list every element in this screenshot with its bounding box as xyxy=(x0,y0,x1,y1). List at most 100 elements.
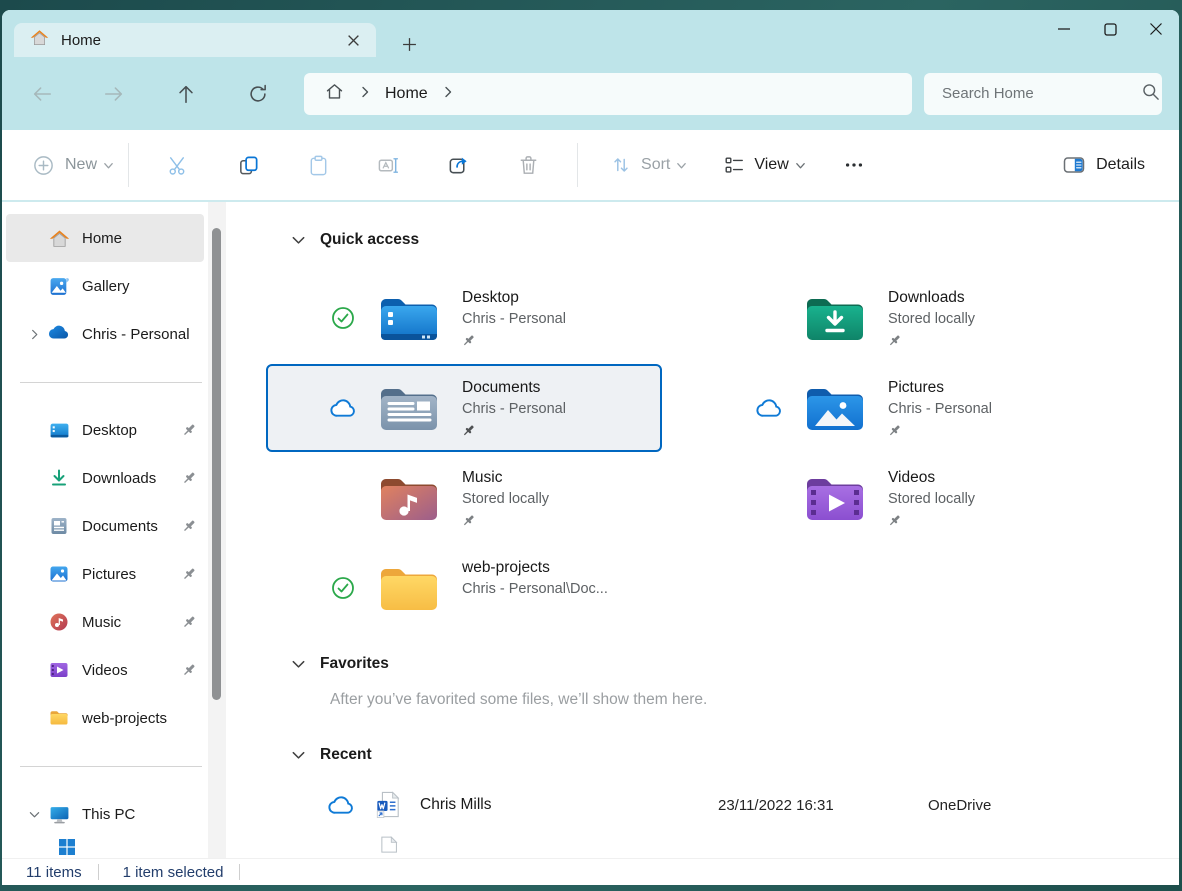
section-title: Quick access xyxy=(320,231,419,249)
sync-status-cloud-icon xyxy=(323,398,363,418)
recent-file-date: 23/11/2022 16:31 xyxy=(718,797,928,814)
refresh-icon[interactable] xyxy=(238,74,278,114)
details-button[interactable]: Details xyxy=(1054,143,1153,187)
tile-name: Desktop xyxy=(462,287,566,309)
tile-subtitle: Stored locally xyxy=(888,489,975,510)
back-icon[interactable] xyxy=(22,74,62,114)
chevron-down-icon xyxy=(103,160,114,171)
quick-access-grid: Desktop Chris - Personal xyxy=(266,274,1179,634)
tile-subtitle: Chris - Personal xyxy=(462,309,566,330)
forward-icon[interactable] xyxy=(94,74,134,114)
sidebar-divider xyxy=(2,742,208,790)
home-icon xyxy=(30,28,49,52)
tile-documents[interactable]: Documents Chris - Personal xyxy=(266,364,662,452)
tab-home[interactable]: Home xyxy=(14,23,376,57)
pin-icon xyxy=(176,471,202,486)
music-folder-icon xyxy=(377,471,441,525)
pin-icon xyxy=(176,567,202,582)
details-label: Details xyxy=(1096,156,1145,174)
up-icon[interactable] xyxy=(166,74,206,114)
sidebar-item-this-pc[interactable]: This PC xyxy=(6,790,204,838)
tile-desktop[interactable]: Desktop Chris - Personal xyxy=(266,274,662,362)
breadcrumb[interactable]: Home xyxy=(304,73,912,115)
cut-icon[interactable] xyxy=(156,143,200,187)
breadcrumb-item-home[interactable]: Home xyxy=(385,85,428,103)
sidebar-scrollbar[interactable] xyxy=(208,202,226,858)
tile-name: Documents xyxy=(462,377,566,399)
tile-subtitle: Chris - Personal xyxy=(888,399,992,420)
scrollbar-thumb[interactable] xyxy=(212,228,221,700)
new-button[interactable]: New xyxy=(32,154,114,177)
view-button[interactable]: View xyxy=(717,143,811,187)
chevron-down-icon[interactable] xyxy=(286,747,310,764)
sidebar-item-documents[interactable]: Documents xyxy=(6,502,204,550)
window-controls xyxy=(1041,10,1179,48)
recent-file-row-partial[interactable] xyxy=(266,835,1179,853)
maximize-button[interactable] xyxy=(1087,10,1133,48)
chevron-right-icon xyxy=(359,85,371,103)
share-icon[interactable] xyxy=(436,143,480,187)
quick-access-header[interactable]: Quick access xyxy=(266,226,1179,254)
sort-button[interactable]: Sort xyxy=(604,143,693,187)
new-tab-button[interactable] xyxy=(395,31,423,57)
delete-icon[interactable] xyxy=(506,143,550,187)
tile-music[interactable]: Music Stored locally xyxy=(266,454,662,542)
favorites-header[interactable]: Favorites xyxy=(266,650,1179,678)
close-button[interactable] xyxy=(1133,10,1179,48)
recent-file-location: OneDrive xyxy=(928,797,991,814)
command-toolbar: New xyxy=(2,130,1179,202)
sidebar-item-music[interactable]: Music xyxy=(6,598,204,646)
new-button-label: New xyxy=(65,156,97,174)
pin-icon xyxy=(888,422,992,440)
sidebar-item-onedrive[interactable]: Chris - Personal xyxy=(6,310,204,358)
paste-icon[interactable] xyxy=(296,143,340,187)
pin-icon xyxy=(462,512,549,530)
sidebar-item-web-projects[interactable]: web-projects xyxy=(6,694,204,742)
minimize-button[interactable] xyxy=(1041,10,1087,48)
sidebar-item-gallery[interactable]: Gallery xyxy=(6,262,204,310)
sync-status-synced-icon xyxy=(323,306,363,330)
documents-folder-icon xyxy=(377,381,441,435)
more-options-icon[interactable] xyxy=(834,145,874,185)
desktop-folder-icon xyxy=(377,291,441,345)
tile-name: Music xyxy=(462,467,549,489)
chevron-down-icon[interactable] xyxy=(20,809,48,820)
recent-file-name: Chris Mills xyxy=(420,796,718,814)
sidebar-item-downloads[interactable]: Downloads xyxy=(6,454,204,502)
sidebar-item-pictures[interactable]: Pictures xyxy=(6,550,204,598)
view-label: View xyxy=(754,156,788,174)
tile-web-projects[interactable]: web-projects Chris - Personal\Doc... xyxy=(266,544,662,632)
sidebar-item-videos[interactable]: Videos xyxy=(6,646,204,694)
chevron-right-icon[interactable] xyxy=(442,85,454,103)
tile-videos[interactable]: Videos Stored locally xyxy=(692,454,1088,542)
search-box[interactable] xyxy=(924,73,1162,115)
folder-icon xyxy=(377,561,441,615)
copy-icon[interactable] xyxy=(226,143,270,187)
tile-subtitle: Stored locally xyxy=(888,309,975,330)
tile-downloads[interactable]: Downloads Stored locally xyxy=(692,274,1088,362)
sidebar-item-desktop[interactable]: Desktop xyxy=(6,406,204,454)
folder-icon xyxy=(48,708,70,728)
tab-close-icon[interactable] xyxy=(340,27,366,53)
pin-icon xyxy=(462,422,566,440)
tile-subtitle: Stored locally xyxy=(462,489,549,510)
recent-file-row[interactable]: Chris Mills 23/11/2022 16:31 OneDrive xyxy=(266,781,1179,829)
downloads-folder-icon xyxy=(803,291,867,345)
search-icon[interactable] xyxy=(1141,82,1160,106)
chevron-down-icon[interactable] xyxy=(286,656,310,673)
search-input[interactable] xyxy=(942,85,1141,102)
downloads-icon xyxy=(48,468,70,488)
chevron-down-icon[interactable] xyxy=(286,232,310,249)
sidebar-divider xyxy=(2,358,208,406)
chevron-right-icon[interactable] xyxy=(20,329,48,340)
breadcrumb-home-icon[interactable] xyxy=(324,81,345,107)
sidebar-item-home[interactable]: Home xyxy=(6,214,204,262)
tab-title: Home xyxy=(61,32,340,49)
recent-header[interactable]: Recent xyxy=(266,741,1179,769)
sidebar-item-partial[interactable] xyxy=(2,838,208,858)
gallery-icon xyxy=(48,276,70,297)
rename-icon[interactable] xyxy=(366,143,410,187)
pin-icon xyxy=(888,332,975,350)
tile-name: Videos xyxy=(888,467,975,489)
tile-pictures[interactable]: Pictures Chris - Personal xyxy=(692,364,1088,452)
